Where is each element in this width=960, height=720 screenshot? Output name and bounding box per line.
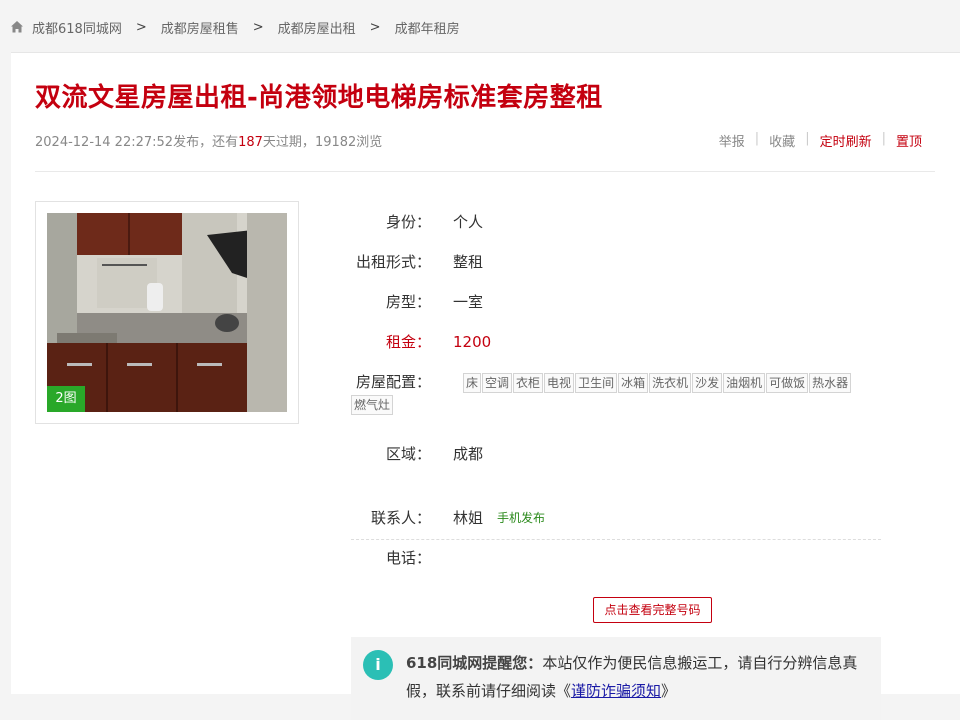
divider [35, 171, 935, 172]
amenity-tag: 油烟机 [723, 373, 766, 393]
breadcrumb-separator: > [252, 19, 264, 35]
notice-heading: 618同城网提醒您： [406, 654, 543, 672]
detail-row-area: 区域： 成都 [351, 443, 483, 464]
action-divider: | [805, 131, 810, 146]
amenity-tag: 燃气灶 [351, 395, 394, 415]
breadcrumb-link-rent[interactable]: 成都房屋出租 [278, 18, 356, 37]
view-phone-button[interactable]: 点击查看完整号码 [593, 597, 712, 623]
scheduled-refresh-link[interactable]: 定时刷新 [820, 131, 872, 150]
report-link[interactable]: 举报 [719, 131, 745, 150]
detail-row-identity: 身份： 个人 [351, 211, 483, 232]
favorite-link[interactable]: 收藏 [769, 131, 795, 150]
area-label: 区域： [385, 445, 431, 463]
area-value: 成都 [453, 445, 484, 463]
view-count: 19182浏览 [314, 135, 383, 150]
notice-tail: 》 [661, 682, 677, 700]
amenity-tag: 空调 [482, 373, 513, 393]
page-title: 双流文星房屋出租-尚港领地电梯房标准套房整租 [35, 83, 603, 113]
layout-label: 房型： [385, 293, 431, 311]
detail-row-rent: 租金： 1200 [351, 331, 491, 352]
rent-type-label: 出租形式： [355, 253, 431, 271]
action-divider: | [754, 131, 760, 146]
safety-notice: i 618同城网提醒您：本站仅作为便民信息搬运工，请自行分辨信息真假，联系前请仔… [351, 637, 881, 720]
expire-days: 187 [238, 135, 263, 150]
contact-row: 联系人： 林姐 手机发布 [351, 507, 545, 528]
photo-frame[interactable]: 2图 [35, 201, 299, 424]
detail-row-rent-type: 出租形式： 整租 [351, 251, 483, 272]
photo-count-badge: 2图 [47, 386, 85, 412]
rent-label: 租金： [385, 333, 431, 351]
layout-value: 一室 [453, 293, 484, 311]
amenity-tag: 洗衣机 [649, 373, 692, 393]
rent-type-value: 整租 [453, 253, 484, 271]
listing-panel: 双流文星房屋出租-尚港领地电梯房标准套房整租 2024-12-14 22:27:… [11, 52, 960, 720]
listing-meta: 2024-12-14 22:27:52发布，还有187天过期，19182浏览 [35, 131, 382, 150]
mobile-post-tag: 手机发布 [497, 511, 546, 525]
posted-time: 2024-12-14 22:27:52发布 [35, 135, 200, 150]
listing-photo[interactable] [47, 213, 287, 412]
amenity-tag: 床 [463, 373, 482, 393]
breadcrumb-separator: > [135, 19, 147, 35]
contact-label: 联系人： [370, 509, 431, 527]
notice-text: 618同城网提醒您：本站仅作为便民信息搬运工，请自行分辨信息真假，联系前请仔细阅… [406, 649, 874, 705]
amenities-label: 房屋配置： [355, 373, 431, 391]
expire-suffix: 天过期， [262, 135, 315, 150]
breadcrumb-link-annual-rent[interactable]: 成都年租房 [395, 18, 460, 37]
pin-top-link[interactable]: 置顶 [896, 131, 922, 150]
breadcrumb-link-rent-sale[interactable]: 成都房屋租售 [161, 18, 239, 37]
amenity-tag: 可做饭 [766, 373, 809, 393]
expire-prefix: ，还有 [199, 135, 239, 150]
amenity-tag: 卫生间 [575, 373, 618, 393]
info-icon: i [363, 650, 393, 680]
phone-row: 电话： [351, 547, 431, 568]
phone-label: 电话： [385, 549, 431, 567]
breadcrumb-separator: > [369, 19, 381, 35]
breadcrumb: 成都618同城网 > 成都房屋租售 > 成都房屋出租 > 成都年租房 [10, 16, 460, 38]
identity-label: 身份： [385, 213, 431, 231]
amenity-tag: 冰箱 [618, 373, 649, 393]
amenity-tag: 热水器 [809, 373, 852, 393]
amenity-tag: 电视 [544, 373, 575, 393]
amenity-tag: 衣柜 [513, 373, 544, 393]
dashed-divider [351, 539, 881, 540]
rent-value: 1200 [453, 332, 492, 351]
home-icon[interactable] [10, 20, 24, 34]
detail-row-amenities: 房屋配置： [351, 371, 431, 392]
anti-fraud-link[interactable]: 谨防诈骗须知 [571, 682, 661, 700]
contact-name: 林姐 [453, 509, 484, 527]
amenity-tag: 沙发 [692, 373, 723, 393]
detail-row-layout: 房型： 一室 [351, 291, 483, 312]
action-divider: | [881, 131, 886, 146]
breadcrumb-link-home[interactable]: 成都618同城网 [32, 18, 122, 37]
identity-value: 个人 [453, 213, 484, 231]
listing-actions: 举报 | 收藏 | 定时刷新 | 置顶 [719, 131, 922, 150]
